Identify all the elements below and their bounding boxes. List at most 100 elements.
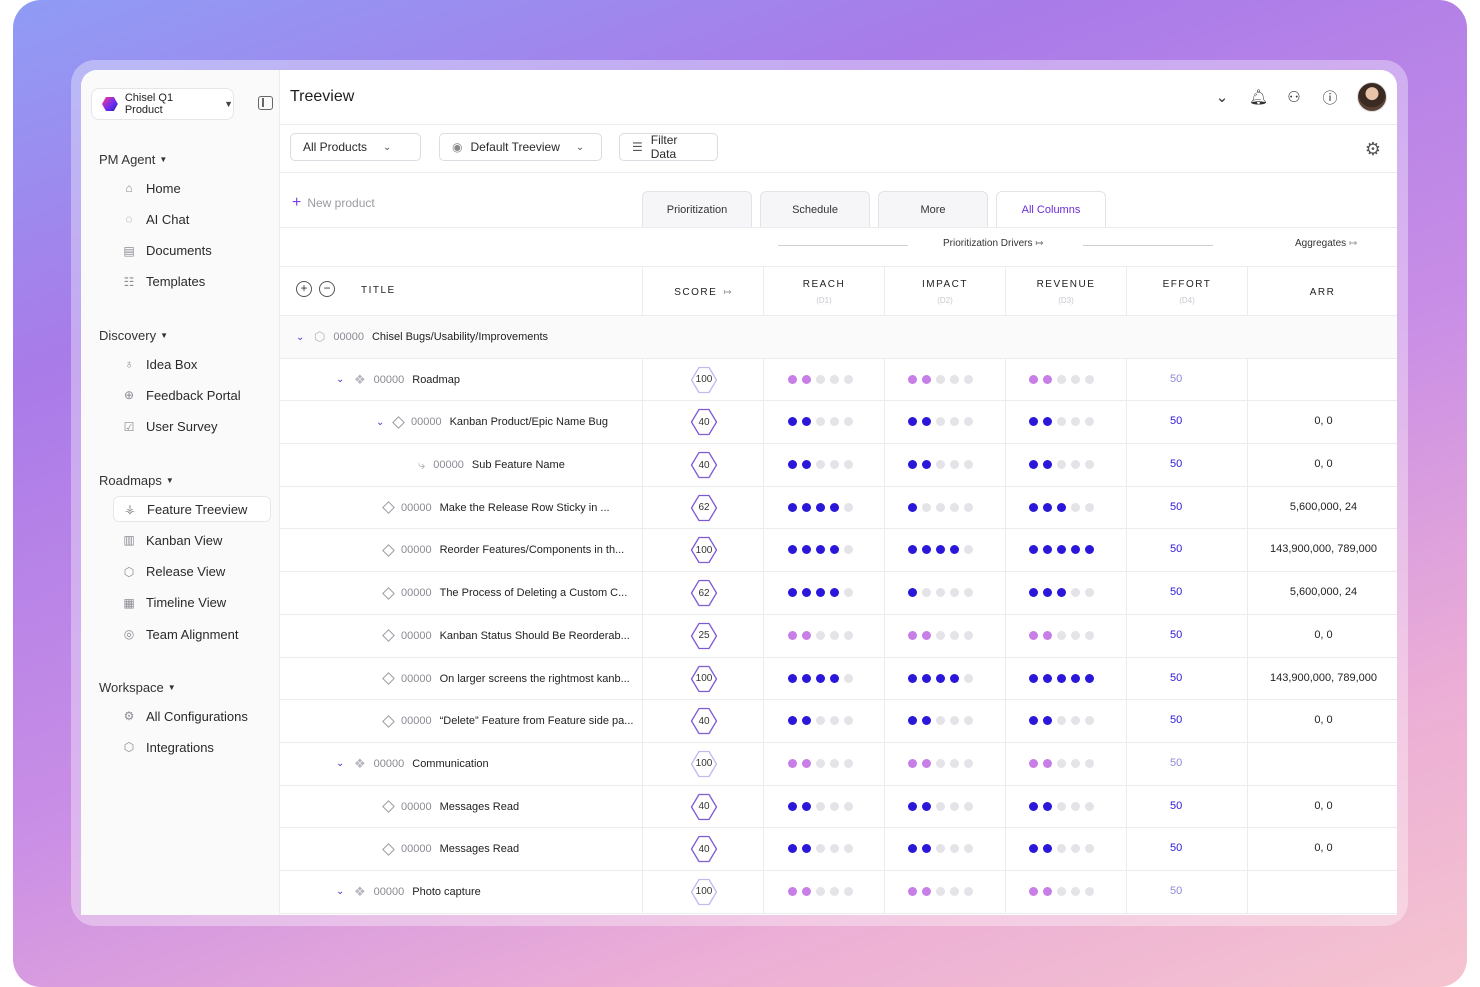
- table-row[interactable]: 00000 Make the Release Row Sticky in ... 6…: [280, 486, 1397, 530]
- reach-rating[interactable]: [788, 630, 853, 640]
- reach-rating[interactable]: [788, 716, 853, 726]
- tab-prioritization[interactable]: Prioritization: [642, 191, 752, 227]
- row-title-cell[interactable]: 00000 The Process of Deleting a Custom C.…: [376, 572, 627, 614]
- reach-rating[interactable]: [788, 417, 853, 427]
- help-icon[interactable]: ⓘ: [1321, 87, 1339, 108]
- score-column-header[interactable]: SCORE ↦: [642, 267, 763, 317]
- impact-rating[interactable]: [908, 886, 973, 896]
- sidebar-item-home[interactable]: ⌂ Home: [113, 175, 271, 201]
- sidebar-item-documents[interactable]: ▤ Documents: [113, 238, 271, 264]
- arr-column-header[interactable]: ARR: [1247, 267, 1397, 317]
- revenue-rating[interactable]: [1029, 460, 1094, 470]
- revenue-rating[interactable]: [1029, 801, 1094, 811]
- row-title-cell[interactable]: 00000 On larger screens the rightmost kan…: [376, 658, 630, 700]
- impact-rating[interactable]: [908, 417, 973, 427]
- table-row[interactable]: ⌄ ❖ 00000 Roadmap 100 50: [280, 358, 1397, 402]
- bell-icon[interactable]: 🔔︎: [1249, 88, 1268, 106]
- effort-column-header[interactable]: EFFORT (D4): [1126, 267, 1247, 317]
- row-title-cell[interactable]: 00000 Kanban Status Should Be Reorderab..…: [376, 615, 630, 657]
- sidebar-collapse-icon[interactable]: [258, 96, 273, 110]
- effort-value[interactable]: 50: [1170, 672, 1182, 684]
- effort-value[interactable]: 50: [1170, 458, 1182, 470]
- revenue-rating[interactable]: [1029, 630, 1094, 640]
- effort-value[interactable]: 50: [1170, 800, 1182, 812]
- sidebar-item-idea-box[interactable]: ♁ Idea Box: [113, 351, 271, 377]
- revenue-rating[interactable]: [1029, 844, 1094, 854]
- table-row[interactable]: ⤷ 00000 Sub Feature Name 40 50 0, 0: [280, 444, 1397, 487]
- revenue-rating[interactable]: [1029, 417, 1094, 427]
- sidebar-item-team-alignment[interactable]: ◎ Team Alignment: [113, 621, 271, 647]
- reach-rating[interactable]: [788, 844, 853, 854]
- impact-rating[interactable]: [908, 588, 973, 598]
- row-title-cell[interactable]: ⌄ 00000 Kanban Product/Epic Name Bug: [376, 401, 608, 443]
- tab-more[interactable]: More: [878, 191, 988, 227]
- revenue-rating[interactable]: [1029, 716, 1094, 726]
- table-row[interactable]: 00000 Messages Read 40 50 0, 0: [280, 828, 1397, 871]
- table-row[interactable]: 00000 Reorder Features/Components in th..…: [280, 529, 1397, 573]
- sidebar-item-integrations[interactable]: ⬡ Integrations: [113, 734, 271, 760]
- tab-all-columns[interactable]: All Columns: [996, 191, 1106, 227]
- tab-schedule[interactable]: Schedule: [760, 191, 870, 227]
- row-title-cell[interactable]: 00000 Messages Read: [376, 828, 519, 870]
- reach-rating[interactable]: [788, 502, 853, 512]
- revenue-rating[interactable]: [1029, 886, 1094, 896]
- impact-rating[interactable]: [908, 545, 973, 555]
- sidebar-item-kanban-view[interactable]: ▥ Kanban View: [113, 527, 271, 553]
- revenue-rating[interactable]: [1029, 374, 1094, 384]
- impact-rating[interactable]: [908, 716, 973, 726]
- impact-rating[interactable]: [908, 374, 973, 384]
- table-row[interactable]: ⌄ ❖ 00000 Communication 100 50: [280, 742, 1397, 786]
- effort-value[interactable]: 50: [1170, 501, 1182, 513]
- expand-chevron-icon[interactable]: ⌄: [336, 374, 346, 385]
- revenue-rating[interactable]: [1029, 673, 1094, 683]
- revenue-rating[interactable]: [1029, 758, 1094, 768]
- chevron-down-icon[interactable]: ⌄: [1213, 88, 1231, 106]
- collapse-all-icon[interactable]: −: [319, 281, 335, 297]
- table-row[interactable]: 00000 “Delete” Feature from Feature side …: [280, 700, 1397, 743]
- row-title-cell[interactable]: ⌄ ❖ 00000 Photo capture: [336, 871, 481, 913]
- table-row[interactable]: 00000 Messages Read 40 50 0, 0: [280, 785, 1397, 829]
- sidebar-item-feedback-portal[interactable]: ⊕ Feedback Portal: [113, 382, 271, 408]
- row-title-cell[interactable]: ⌄ ❖ 00000 Roadmap: [336, 359, 460, 401]
- impact-rating[interactable]: [908, 630, 973, 640]
- table-row[interactable]: 00000 On larger screens the rightmost kan…: [280, 657, 1397, 701]
- expand-chevron-icon[interactable]: ⌄: [296, 332, 306, 343]
- revenue-rating[interactable]: [1029, 545, 1094, 555]
- impact-rating[interactable]: [908, 758, 973, 768]
- reach-rating[interactable]: [788, 758, 853, 768]
- impact-rating[interactable]: [908, 844, 973, 854]
- effort-value[interactable]: 50: [1170, 629, 1182, 641]
- effort-value[interactable]: 50: [1170, 586, 1182, 598]
- row-title-cell[interactable]: ⌄ ⬡ 00000 Chisel Bugs/Usability/Improvement…: [296, 316, 548, 358]
- sidebar-item-ai-chat[interactable]: ◌ AI Chat: [113, 206, 271, 232]
- reach-rating[interactable]: [788, 886, 853, 896]
- row-title-cell[interactable]: 00000 “Delete” Feature from Feature side …: [376, 700, 633, 742]
- table-row[interactable]: 00000 Kanban Status Should Be Reorderab..…: [280, 614, 1397, 658]
- new-product-button[interactable]: + New product: [292, 195, 375, 211]
- effort-value[interactable]: 50: [1170, 373, 1182, 385]
- effort-value[interactable]: 50: [1170, 885, 1182, 897]
- revenue-rating[interactable]: [1029, 588, 1094, 598]
- sidebar-item-all-configurations[interactable]: ⚙ All Configurations: [113, 703, 271, 729]
- row-title-cell[interactable]: 00000 Make the Release Row Sticky in ...: [376, 487, 610, 529]
- revenue-rating[interactable]: [1029, 502, 1094, 512]
- team-icon[interactable]: ⚇: [1285, 88, 1303, 106]
- avatar[interactable]: [1357, 82, 1387, 112]
- title-column-header[interactable]: TITLE: [361, 285, 396, 296]
- expand-chevron-icon[interactable]: ⌄: [376, 417, 386, 428]
- sidebar-item-user-survey[interactable]: ☑ User Survey: [113, 414, 271, 440]
- table-row[interactable]: ⌄ 00000 Kanban Product/Epic Name Bug 40 50 0,…: [280, 401, 1397, 445]
- section-title-discovery[interactable]: Discovery ▼: [99, 328, 168, 343]
- reach-rating[interactable]: [788, 801, 853, 811]
- impact-rating[interactable]: [908, 502, 973, 512]
- row-title-cell[interactable]: ⤷ 00000 Sub Feature Name: [418, 444, 565, 486]
- reach-column-header[interactable]: REACH (D1): [763, 267, 884, 317]
- sidebar-item-release-view[interactable]: ⬡ Release View: [113, 559, 271, 585]
- table-row[interactable]: ⌄ ⬡ 00000 Chisel Bugs/Usability/Improvement…: [280, 316, 1397, 359]
- sidebar-item-timeline-view[interactable]: ▦ Timeline View: [113, 590, 271, 616]
- impact-rating[interactable]: [908, 801, 973, 811]
- effort-value[interactable]: 50: [1170, 714, 1182, 726]
- impact-column-header[interactable]: IMPACT (D2): [884, 267, 1005, 317]
- table-row[interactable]: 00000 The Process of Deleting a Custom C.…: [280, 572, 1397, 615]
- effort-value[interactable]: 50: [1170, 543, 1182, 555]
